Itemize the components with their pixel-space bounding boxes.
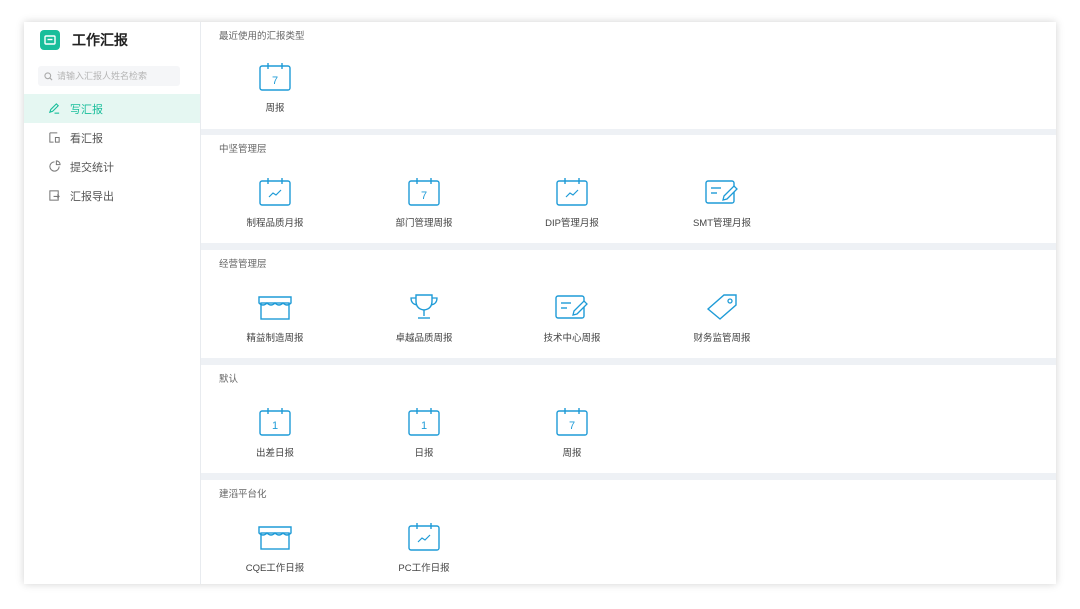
report-type-tile[interactable]: DIP管理月报 [507,177,637,237]
trophy-icon [408,292,440,322]
nav-item-statistics[interactable]: 提交统计 [24,152,200,181]
app-title: 工作汇报 [72,32,128,48]
section-title: 最近使用的汇报类型 [219,31,305,42]
report-type-label: 日报 [414,448,434,459]
report-type-label: 周报 [265,103,285,114]
report-type-label: 精益制造周报 [246,333,304,344]
report-type-label: 财务监管周报 [693,333,751,344]
search-input[interactable] [57,71,175,81]
section-default: 默认 1 出差日报 1 日报 7 周报 [201,365,1056,473]
svg-text:1: 1 [421,420,427,432]
nav-label: 看汇报 [70,132,103,145]
calendar-7-icon: 7 [408,177,440,207]
report-type-label: 卓越品质周报 [395,333,453,344]
calendar-1-icon: 1 [408,407,440,437]
calendar-7-icon: 7 [259,62,291,92]
pie-chart-icon [48,160,62,173]
report-type-label: PC工作日报 [398,563,450,574]
report-type-label: DIP管理月报 [545,218,599,229]
edit-document-icon [705,177,739,207]
calendar-trend-icon [259,177,291,207]
report-type-tile[interactable]: 1 日报 [359,407,489,467]
sidebar: 工作汇报 写汇报 看汇报 提交统计 [24,22,201,584]
report-type-label: 部门管理周报 [395,218,453,229]
report-type-tile[interactable]: SMT管理月报 [657,177,787,237]
report-type-label: 制程品质月报 [246,218,304,229]
nav-label: 写汇报 [70,103,103,116]
edit-document-icon [555,292,589,322]
report-type-tile[interactable]: 7 周报 [507,407,637,467]
section-recent: 最近使用的汇报类型 7 周报 [201,22,1056,129]
edit-icon [48,102,62,115]
report-type-tile[interactable]: 卓越品质周报 [359,292,489,352]
export-icon [48,189,62,202]
section-title: 默认 [219,374,239,385]
search-box[interactable] [38,66,180,86]
nav-item-write-report[interactable]: 写汇报 [24,94,200,123]
nav-label: 汇报导出 [70,190,114,203]
svg-text:1: 1 [272,420,278,432]
document-icon [48,131,62,144]
app-brand: 工作汇报 [40,30,128,50]
svg-text:7: 7 [272,75,278,87]
report-type-tile[interactable]: PC工作日报 [359,522,489,582]
report-type-tile[interactable]: 财务监管周报 [657,292,787,352]
nav-item-view-report[interactable]: 看汇报 [24,123,200,152]
store-icon [257,292,293,322]
search-icon [44,71,53,81]
section-middle-management: 中坚管理层 制程品质月报 7 部门管理周报 DIP管理月报 SMT管理月报 [201,135,1056,243]
store-icon [257,522,293,552]
section-title: 经营管理层 [219,259,267,270]
report-type-label: CQE工作日报 [245,563,305,574]
calendar-trend-icon [408,522,440,552]
report-type-tile[interactable]: 技术中心周报 [507,292,637,352]
section-business-management: 经营管理层 精益制造周报 卓越品质周报 技术中心周报 财务监管周报 [201,250,1056,358]
calendar-7-icon: 7 [556,407,588,437]
tag-icon [705,292,739,322]
report-type-tile[interactable]: 制程品质月报 [210,177,340,237]
section-title: 中坚管理层 [219,144,267,155]
main-content: 最近使用的汇报类型 7 周报 中坚管理层 制程品质月报 7 部门管理周报 DIP… [201,22,1056,584]
section-platform: 建滔平台化 CQE工作日报 PC工作日报 [201,480,1056,584]
report-type-label: 技术中心周报 [543,333,601,344]
report-type-tile[interactable]: 1 出差日报 [210,407,340,467]
report-type-tile[interactable]: 精益制造周报 [210,292,340,352]
report-type-tile[interactable]: 7 周报 [210,62,340,122]
section-title: 建滔平台化 [219,489,267,500]
report-type-label: 周报 [562,448,582,459]
report-logo-icon [40,30,60,50]
report-type-label: SMT管理月报 [692,218,752,229]
svg-text:7: 7 [569,420,575,432]
report-type-tile[interactable]: CQE工作日报 [210,522,340,582]
report-type-label: 出差日报 [255,448,294,459]
nav-label: 提交统计 [70,161,114,174]
nav-item-export[interactable]: 汇报导出 [24,181,200,210]
calendar-trend-icon [556,177,588,207]
app-window: 工作汇报 写汇报 看汇报 提交统计 [24,22,1056,584]
svg-text:7: 7 [421,190,427,202]
calendar-1-icon: 1 [259,407,291,437]
report-type-tile[interactable]: 7 部门管理周报 [359,177,489,237]
